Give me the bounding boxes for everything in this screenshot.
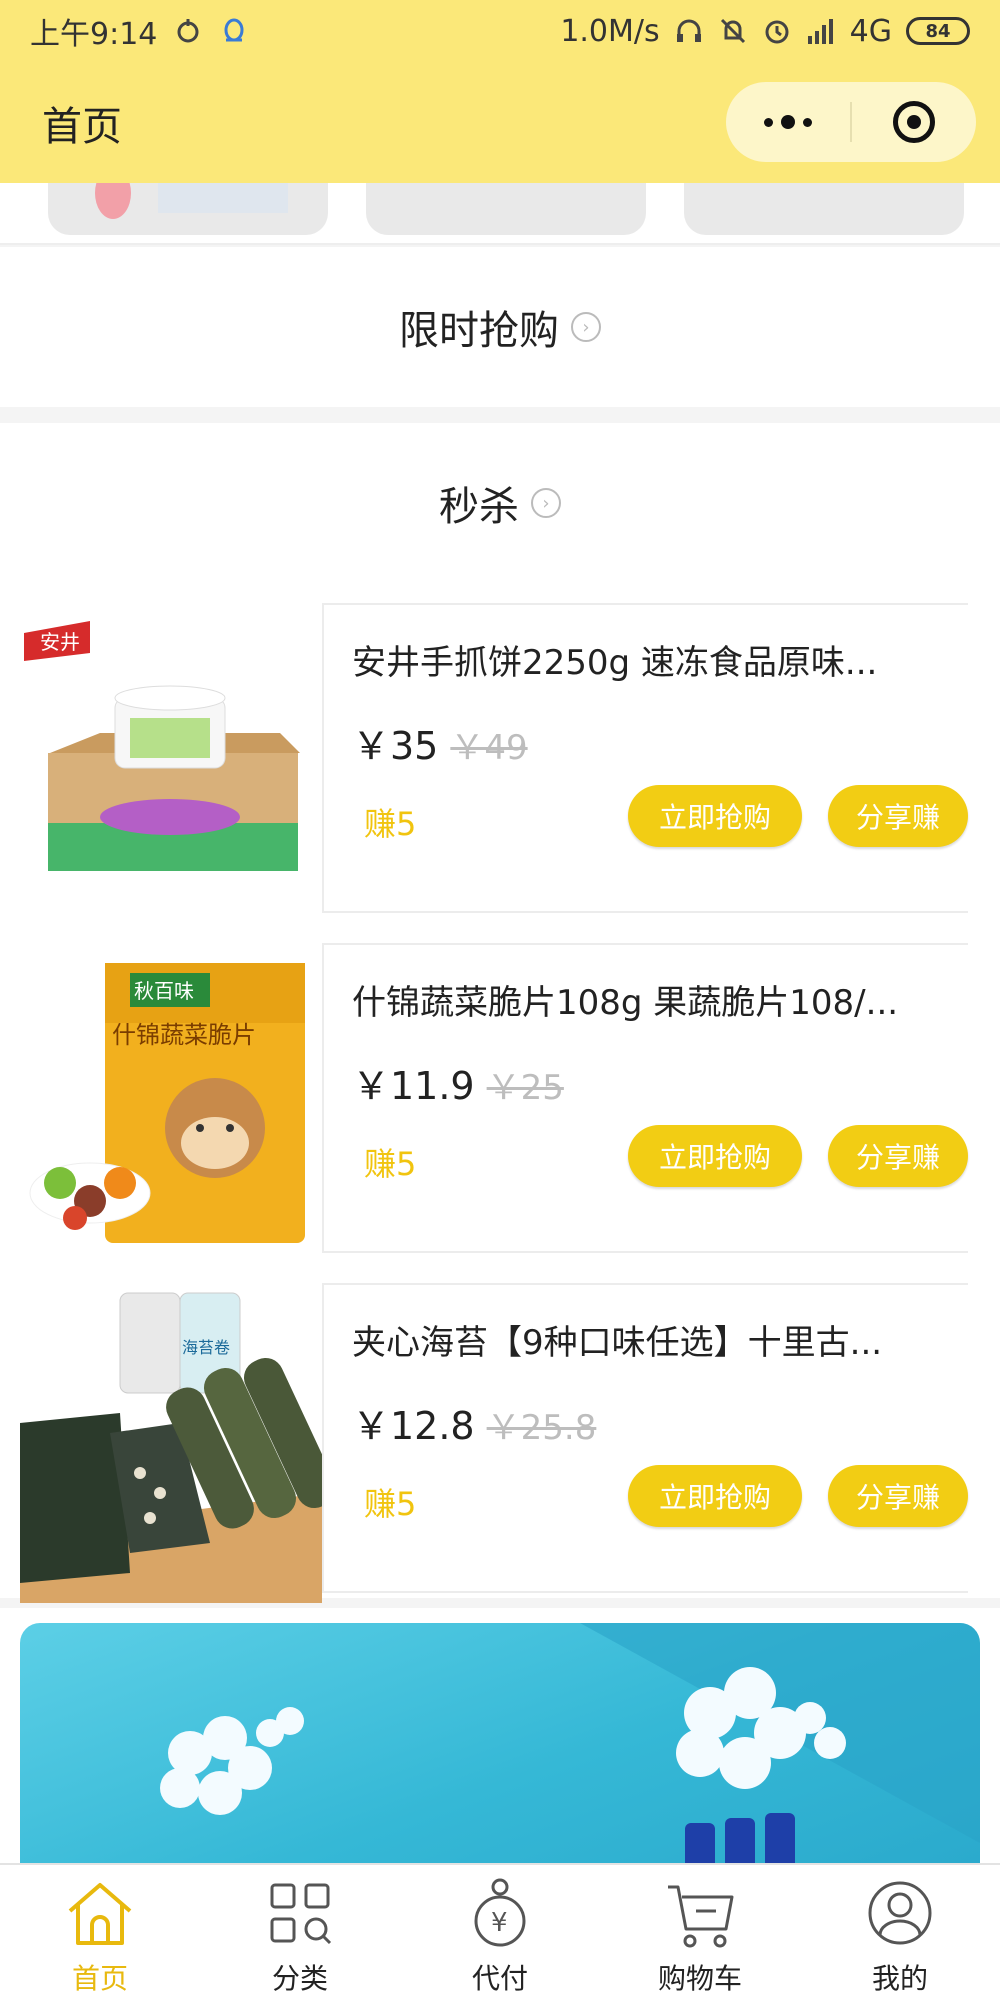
qq-icon [224,18,244,42]
category-card[interactable] [48,183,328,235]
current-price: ￥11.9 [352,1064,475,1108]
product-title: 什锦蔬菜脆片108g 果蔬脆片108/... [352,983,899,1023]
target-close-icon [893,101,935,143]
tab-label: 代付 [471,1962,528,1995]
network-speed: 1.0M/s [560,13,660,49]
sync-icon [177,19,199,43]
status-bar: 上午9:14 1.0M/s 4G 84 [0,0,1000,62]
earn-amount: 赚5 [364,805,417,843]
share-earn-button[interactable]: 分享赚 [828,1465,968,1527]
tab-cart[interactable]: 购物车 [600,1865,800,2000]
share-earn-button[interactable]: 分享赚 [828,785,968,847]
buy-now-button[interactable]: 立即抢购 [628,785,802,847]
product-title: 夹心海苔【9种口味任选】十里古... [352,1323,883,1363]
profile-icon [868,1881,932,1945]
flash-sale-header[interactable]: 限时抢购 › [0,247,1000,407]
product-item[interactable]: 安井 安井手抓饼2250g 速冻食品原味... ￥35 ￥49 赚5 立即抢购 分 [0,603,1000,923]
flash-sale-title: 限时抢购 [399,308,559,354]
signal-icon [807,19,833,44]
current-price: ￥35 [352,724,439,768]
navigation-bar: 首页 [0,62,1000,183]
battery-icon: 84 [906,17,970,45]
tab-pay-for-me[interactable]: ¥ 代付 [400,1865,600,2000]
brand-label-text: 秋百味 [134,979,194,1003]
more-menu-button[interactable] [726,82,850,162]
svg-text:¥: ¥ [491,1908,508,1938]
package-title-text: 什锦蔬菜脆片 [112,1021,256,1049]
chevron-right-icon: › [571,312,601,342]
more-dots-icon [764,115,812,129]
original-price: ￥25.8 [486,1408,597,1448]
chevron-right-icon: › [531,488,561,518]
product-title: 安井手抓饼2250g 速冻食品原味... [352,643,878,683]
earn-amount: 赚5 [364,1145,417,1183]
tab-label: 购物车 [657,1962,742,1995]
promo-banner[interactable] [20,1623,980,1863]
tab-label: 分类 [271,1962,328,1995]
original-price: ￥25 [486,1068,564,1108]
brand-logo-text: 安井 [40,630,80,654]
card-product-image [95,183,288,219]
page-content: 限时抢购 › 秒杀 › 安井 安井手抓饼2250g 速冻食品原味... ￥35 … [0,183,1000,1863]
network-type: 4G [849,13,892,49]
page-title: 首页 [42,103,122,150]
original-price: ￥49 [450,728,528,768]
product-price-row: ￥12.8 ￥25.8 [352,1395,596,1450]
product-image[interactable]: 安井 [20,603,322,923]
tab-label: 首页 [71,1962,128,1995]
category-card[interactable] [366,183,646,235]
product-price-row: ￥35 ￥49 [352,715,528,770]
tab-label: 我的 [871,1962,928,1995]
product-item[interactable]: 秋百味 什锦蔬菜脆片 什锦蔬菜脆片108g 果蔬脆片108/... ￥11.9 ￥… [0,943,1000,1263]
product-info: 安井手抓饼2250g 速冻食品原味... ￥35 ￥49 赚5 立即抢购 分享赚 [322,603,968,913]
cart-icon [668,1885,734,1948]
can-label-text: 海苔卷 [182,1338,230,1357]
flower-decoration [160,1667,846,1815]
tab-home[interactable]: 首页 [0,1865,200,2000]
battery-level: 84 [925,20,951,42]
product-price-row: ￥11.9 ￥25 [352,1055,564,1110]
product-info: 什锦蔬菜脆片108g 果蔬脆片108/... ￥11.9 ￥25 赚5 立即抢购 … [322,943,968,1253]
promo-banner-section [0,1608,1000,1863]
mute-icon [720,18,745,44]
seckill-title: 秒杀 [439,484,519,530]
category-cards-strip [0,183,1000,245]
product-info: 夹心海苔【9种口味任选】十里古... ￥12.8 ￥25.8 赚5 立即抢购 分享… [322,1283,968,1593]
earn-amount: 赚5 [364,1485,417,1523]
home-icon [68,1883,132,1945]
product-image[interactable]: 海苔卷 [20,1283,322,1603]
tab-profile[interactable]: 我的 [800,1865,1000,2000]
bottom-tab-bar: 首页 分类 ¥ 代付 购物车 我的 [0,1863,1000,2000]
share-earn-button[interactable]: 分享赚 [828,1125,968,1187]
category-icon [270,1883,332,1945]
top-bar: 上午9:14 1.0M/s 4G 84 首页 [0,0,1000,183]
product-item[interactable]: 海苔卷 夹心海苔【9种口味任选】十里古... ￥12.8 ￥25.8 赚5 立即… [0,1283,1000,1603]
close-mini-program-button[interactable] [852,82,976,162]
buy-now-button[interactable]: 立即抢购 [628,1465,802,1527]
tab-category[interactable]: 分类 [200,1865,400,2000]
pay-for-me-icon: ¥ [474,1878,526,1947]
alarm-icon [765,20,789,44]
category-card[interactable] [684,183,964,235]
current-price: ￥12.8 [352,1404,475,1448]
buy-now-button[interactable]: 立即抢购 [628,1125,802,1187]
status-time: 上午9:14 [30,17,158,52]
headphones-icon [676,19,701,42]
seckill-section: 秒杀 › 安井 安井手抓饼2250g 速冻食品原味... ￥35 ￥49 赚5 … [0,423,1000,1603]
mini-program-capsule [726,82,976,162]
product-image[interactable]: 秋百味 什锦蔬菜脆片 [20,943,322,1263]
seckill-header[interactable]: 秒杀 › [0,423,1000,583]
